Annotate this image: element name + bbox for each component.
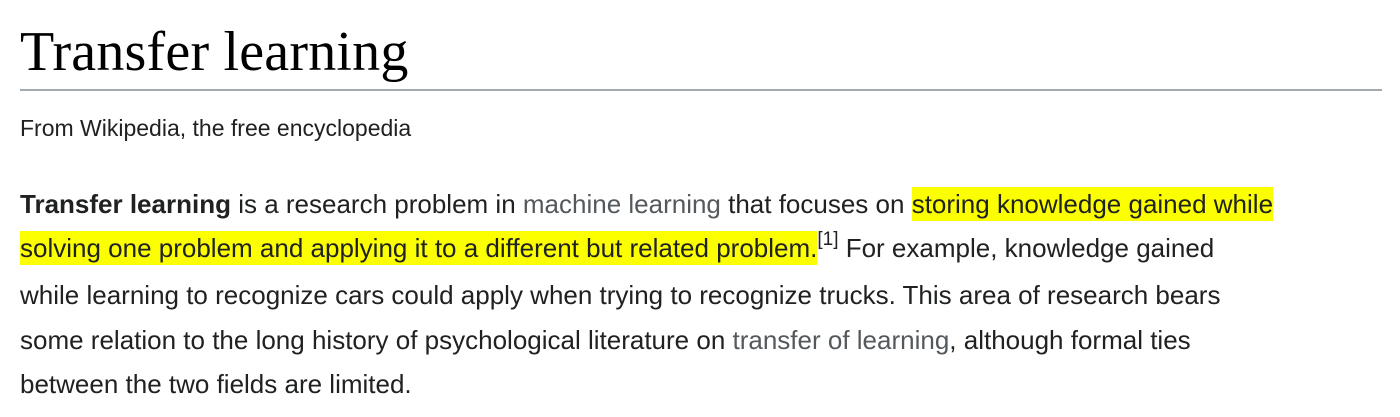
paragraph-text: some relation to the long history of psy… <box>20 325 733 355</box>
article-content: Transfer learning From Wikipedia, the fr… <box>20 0 1382 399</box>
paragraph-text: that focuses on <box>720 189 912 219</box>
paragraph-text: is a research problem in <box>230 189 523 219</box>
link-transfer-of-learning[interactable]: transfer of learning <box>733 325 950 355</box>
paragraph-line: between the two fields are limited. <box>20 362 412 406</box>
paragraph-text: For example, knowledge gained <box>838 233 1215 263</box>
citation-link[interactable]: [1] <box>817 229 838 250</box>
paragraph-line: Transfer learning is a research problem … <box>20 182 1274 226</box>
highlighted-text: storing knowledge gained while <box>911 187 1274 221</box>
paragraph-text: between the two fields are limited. <box>20 369 412 399</box>
site-tagline: From Wikipedia, the free encyclopedia <box>20 115 412 141</box>
paragraph-text: while learning to recognize cars could a… <box>20 280 1221 310</box>
paragraph-line: solving one problem and applying it to a… <box>20 226 1214 270</box>
paragraph-line: some relation to the long history of psy… <box>20 318 1191 362</box>
link-machine-learning[interactable]: machine learning <box>523 189 721 219</box>
title-divider <box>20 89 1382 91</box>
highlighted-text: solving one problem and applying it to a… <box>20 231 818 265</box>
bold-term: Transfer learning <box>20 189 231 219</box>
paragraph-line: while learning to recognize cars could a… <box>20 273 1220 317</box>
page-title: Transfer learning <box>20 21 409 83</box>
paragraph-text: , although formal ties <box>949 325 1191 355</box>
